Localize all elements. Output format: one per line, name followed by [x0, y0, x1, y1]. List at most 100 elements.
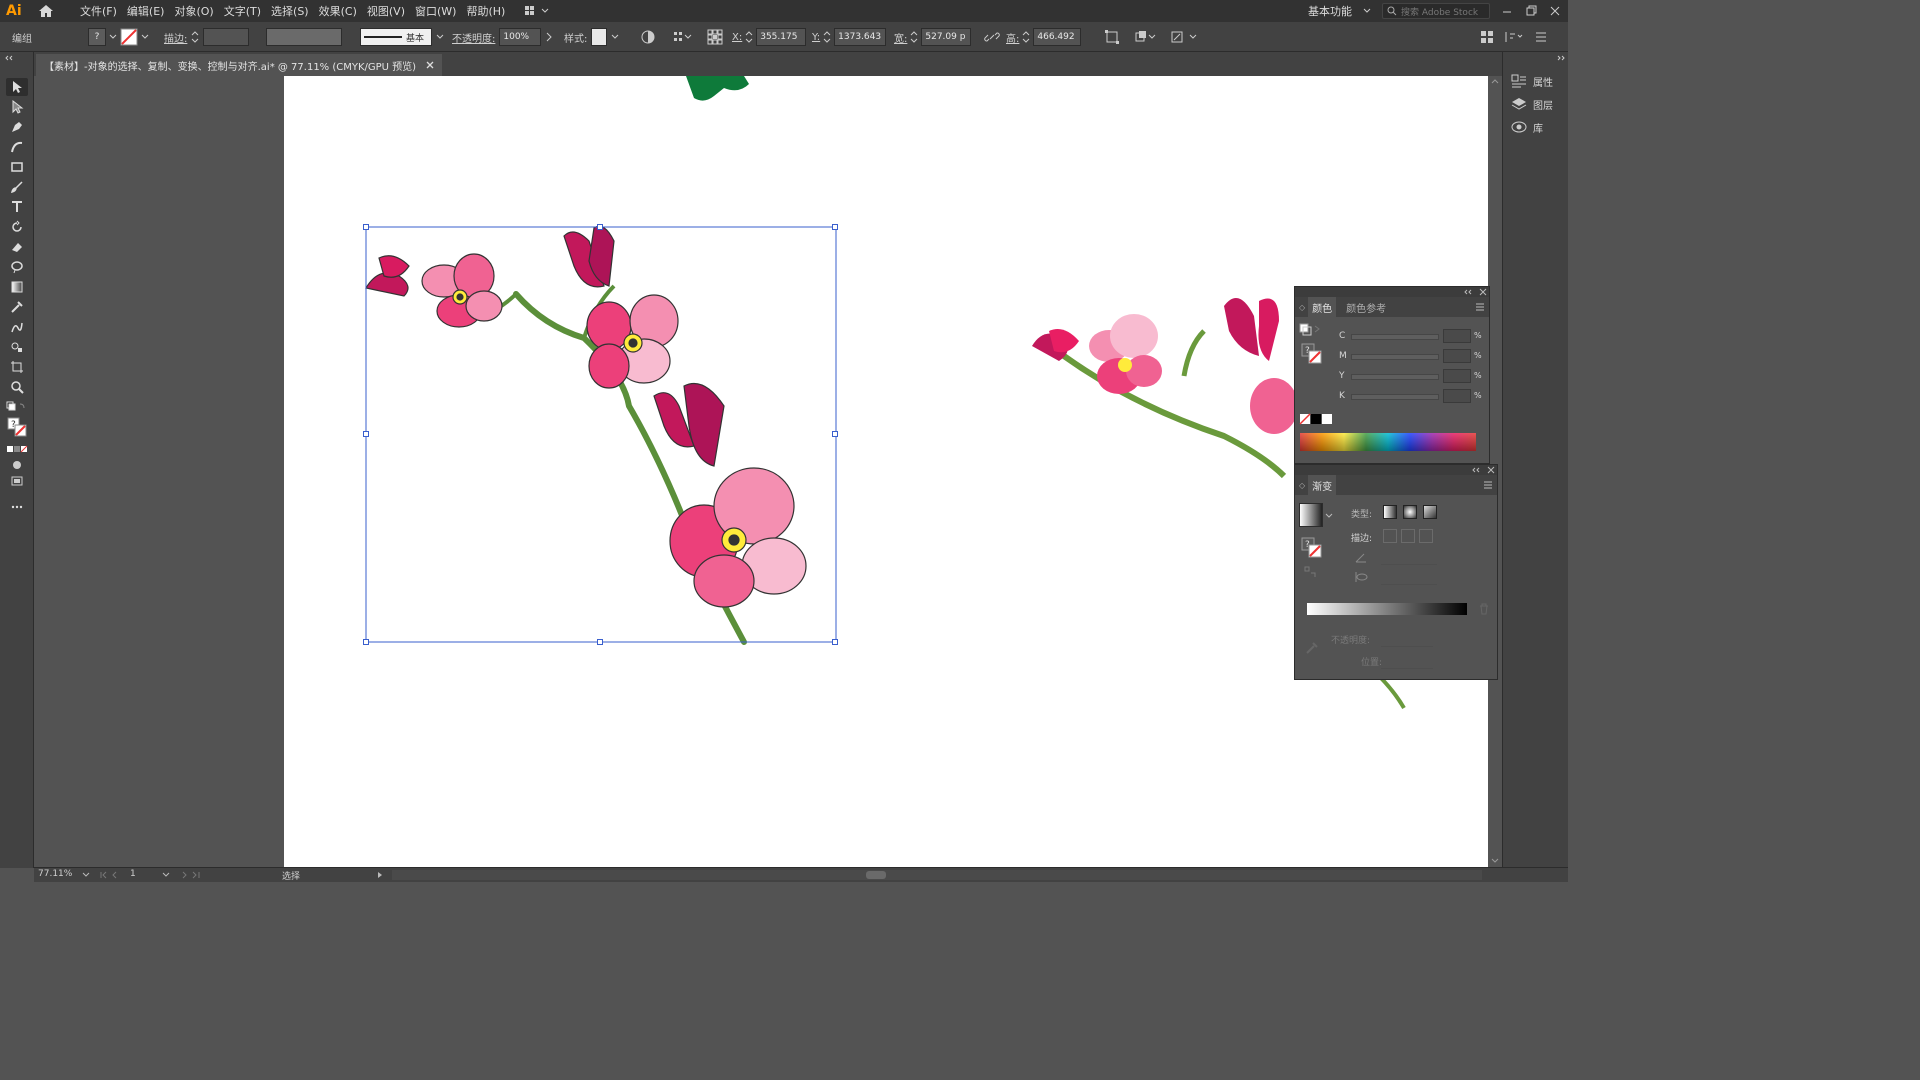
blend-tool[interactable] — [6, 318, 28, 336]
edit-toolbar-button[interactable] — [6, 498, 28, 516]
rectangle-tool[interactable] — [6, 158, 28, 176]
gradient-swatch[interactable] — [1299, 503, 1323, 527]
libraries-panel-button[interactable]: 库 — [1511, 118, 1543, 136]
first-prev-artboard-icon[interactable] — [98, 871, 128, 879]
stroke-swatch-icon[interactable] — [120, 28, 138, 46]
panel-layout-icon[interactable] — [1480, 30, 1494, 44]
channel-k-input[interactable] — [1443, 389, 1471, 403]
fill-stroke-icon[interactable]: ? — [1301, 537, 1325, 559]
collapse-toolbar-icon[interactable] — [4, 54, 30, 62]
reference-point-icon[interactable] — [706, 28, 724, 46]
variable-width-profile[interactable] — [266, 28, 342, 46]
type-tool[interactable] — [6, 198, 28, 216]
chevron-down-icon[interactable] — [436, 33, 444, 41]
resize-handle-r[interactable] — [832, 431, 838, 437]
aspect-ratio-input[interactable] — [1381, 571, 1437, 585]
symbol-sprayer-tool[interactable] — [6, 338, 28, 356]
height-input[interactable]: 466.492 — [1033, 28, 1082, 46]
channel-m-input[interactable] — [1443, 349, 1471, 363]
transform-icon[interactable] — [1104, 29, 1120, 45]
graphic-style-swatch[interactable] — [591, 28, 608, 46]
arrange-icon[interactable] — [1134, 29, 1156, 45]
restore-icon[interactable] — [1524, 4, 1538, 18]
width-input[interactable]: 527.09 p — [921, 28, 972, 46]
layers-panel-button[interactable]: 图层 — [1511, 95, 1553, 113]
fill-swatch[interactable]: ? — [88, 28, 106, 46]
radial-gradient-button[interactable] — [1403, 505, 1417, 519]
pen-tool[interactable] — [6, 118, 28, 136]
channel-c-slider[interactable] — [1351, 334, 1439, 340]
chevron-down-icon[interactable] — [109, 33, 117, 41]
direct-selection-tool[interactable] — [6, 98, 28, 116]
play-icon[interactable] — [376, 871, 384, 879]
channel-y-input[interactable] — [1443, 369, 1471, 383]
tab-color[interactable]: 颜色 — [1308, 297, 1337, 317]
constrain-proportions-icon[interactable] — [984, 29, 1000, 45]
resize-handle-b[interactable] — [597, 639, 603, 645]
stepper-icon[interactable] — [191, 30, 199, 44]
eyedropper-icon[interactable] — [1305, 641, 1319, 655]
angle-input[interactable] — [1381, 551, 1437, 565]
stroke-weight-input[interactable] — [203, 28, 250, 46]
eyedropper-tool[interactable] — [6, 298, 28, 316]
chevron-down-icon[interactable] — [141, 33, 149, 41]
scroll-down-icon[interactable] — [1491, 858, 1499, 864]
y-input[interactable]: 1373.643 — [834, 28, 887, 46]
chevron-down-icon[interactable] — [162, 872, 170, 878]
screen-mode-tool[interactable] — [6, 472, 28, 490]
menu-effect[interactable]: 效果(C) — [319, 3, 357, 19]
eraser-tool[interactable] — [6, 238, 28, 256]
isolate-icon[interactable] — [1170, 29, 1198, 45]
stepper-icon[interactable] — [745, 30, 753, 44]
menu-select[interactable]: 选择(S) — [271, 3, 309, 19]
chevron-down-icon[interactable] — [1325, 513, 1333, 519]
close-window-icon[interactable] — [1548, 4, 1562, 18]
chevron-down-icon[interactable] — [82, 872, 90, 878]
none-black-white-swatches[interactable] — [1299, 413, 1333, 425]
channel-k-slider[interactable] — [1351, 394, 1439, 400]
channel-y-slider[interactable] — [1351, 374, 1439, 380]
zoom-level[interactable]: 77.11% — [38, 869, 72, 879]
curvature-tool[interactable] — [6, 138, 28, 156]
reverse-gradient-icon[interactable] — [1303, 565, 1317, 579]
collapse-panel-icon[interactable] — [1463, 288, 1473, 296]
menu-help[interactable]: 帮助(H) — [466, 3, 505, 19]
properties-panel-button[interactable]: 属性 — [1511, 72, 1553, 90]
menu-file[interactable]: 文件(F) — [80, 3, 117, 19]
chevron-down-icon[interactable] — [1362, 6, 1372, 16]
gradient-title[interactable]: 渐变 — [1308, 475, 1337, 495]
scroll-up-icon[interactable] — [1491, 78, 1499, 84]
x-input[interactable]: 355.175 — [756, 28, 807, 46]
trash-icon[interactable] — [1479, 603, 1489, 615]
leaf-fragment[interactable] — [686, 76, 749, 101]
gradient-slider[interactable] — [1307, 603, 1467, 615]
home-icon[interactable] — [36, 1, 56, 21]
horizontal-scrollbar[interactable] — [392, 870, 1482, 880]
color-spectrum[interactable] — [1300, 433, 1476, 451]
document-tab[interactable]: 【素材】-对象的选择、复制、变换、控制与对齐.ai* @ 77.11% (CMY… — [36, 54, 443, 76]
rotate-tool[interactable] — [6, 218, 28, 236]
stock-search-input[interactable]: 搜索 Adobe Stock — [1382, 3, 1490, 19]
artboard-number[interactable]: 1 — [130, 869, 136, 879]
paintbrush-tool[interactable] — [6, 178, 28, 196]
gradient-tool[interactable] — [6, 278, 28, 296]
default-colors-tool[interactable] — [6, 398, 28, 416]
close-panel-icon[interactable] — [1479, 288, 1487, 296]
collapse-panel-icon[interactable] — [1471, 466, 1481, 474]
menu-edit[interactable]: 编辑(E) — [127, 3, 165, 19]
freeform-gradient-button[interactable] — [1423, 505, 1437, 519]
stepper-icon[interactable] — [910, 30, 918, 44]
gradient-opacity-input[interactable] — [1381, 633, 1433, 647]
gradient-position-input[interactable] — [1381, 655, 1433, 669]
chevron-down-icon[interactable] — [611, 33, 619, 41]
fill-stroke-icon[interactable]: ? — [1301, 343, 1325, 365]
panel-menu-icon[interactable] — [1534, 30, 1548, 44]
menu-view[interactable]: 视图(V) — [367, 3, 405, 19]
flip-icon[interactable] — [1504, 30, 1524, 44]
resize-handle-bl[interactable] — [363, 639, 369, 645]
resize-handle-tr[interactable] — [832, 224, 838, 230]
selection-tool[interactable] — [6, 78, 28, 96]
resize-handle-l[interactable] — [363, 431, 369, 437]
chevron-right-icon[interactable] — [545, 32, 553, 42]
resize-handle-br[interactable] — [832, 639, 838, 645]
